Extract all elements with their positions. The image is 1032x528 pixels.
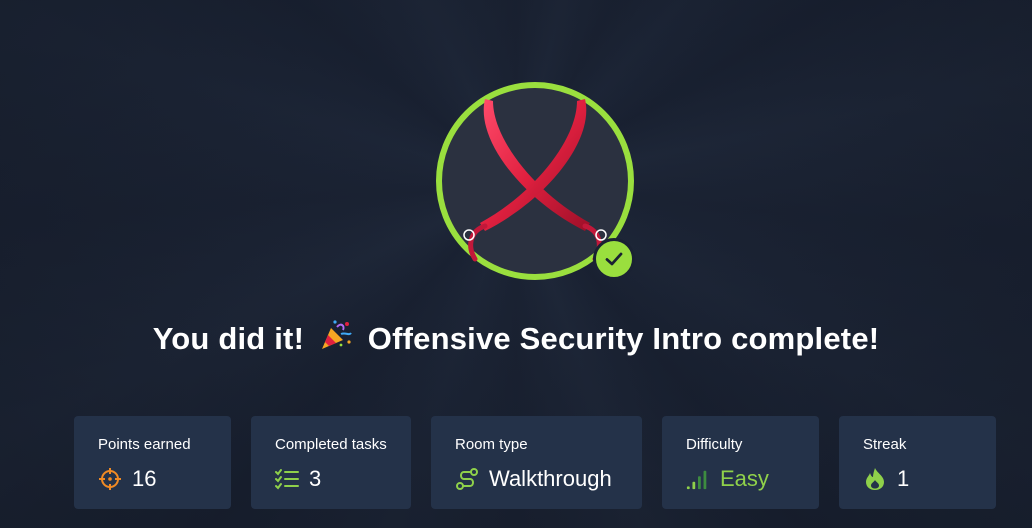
stat-value: Walkthrough [489,466,612,491]
stat-room-type: Room type Walkthrough [431,416,642,509]
headline-suffix: Offensive Security Intro complete! [367,321,880,356]
stat-label: Completed tasks [275,436,387,453]
party-popper-icon [319,318,353,360]
stat-label: Points earned [98,436,191,453]
stat-value: 1 [897,466,910,491]
stat-value: 16 [132,466,157,491]
stat-label: Streak [863,436,907,453]
flame-icon [863,467,887,491]
stat-streak: Streak 1 [839,416,996,509]
headline-prefix: You did it! [152,321,305,356]
completion-headline: You did it! Offensive Security Intro com… [0,318,1032,360]
stat-points-earned: Points earned 16 [74,416,231,509]
completed-badge [593,238,635,280]
stat-value: Easy [720,466,769,491]
stat-value: 3 [309,466,322,491]
route-icon [455,467,479,491]
stat-completed-tasks: Completed tasks 3 [251,416,411,509]
stat-difficulty: Difficulty Easy [662,416,819,509]
crosshair-icon [98,467,122,491]
stat-label: Difficulty [686,436,743,453]
checkmark-icon [605,252,623,266]
checklist-icon [275,467,299,491]
signal-bars-icon [686,467,710,491]
stat-label: Room type [455,436,528,453]
